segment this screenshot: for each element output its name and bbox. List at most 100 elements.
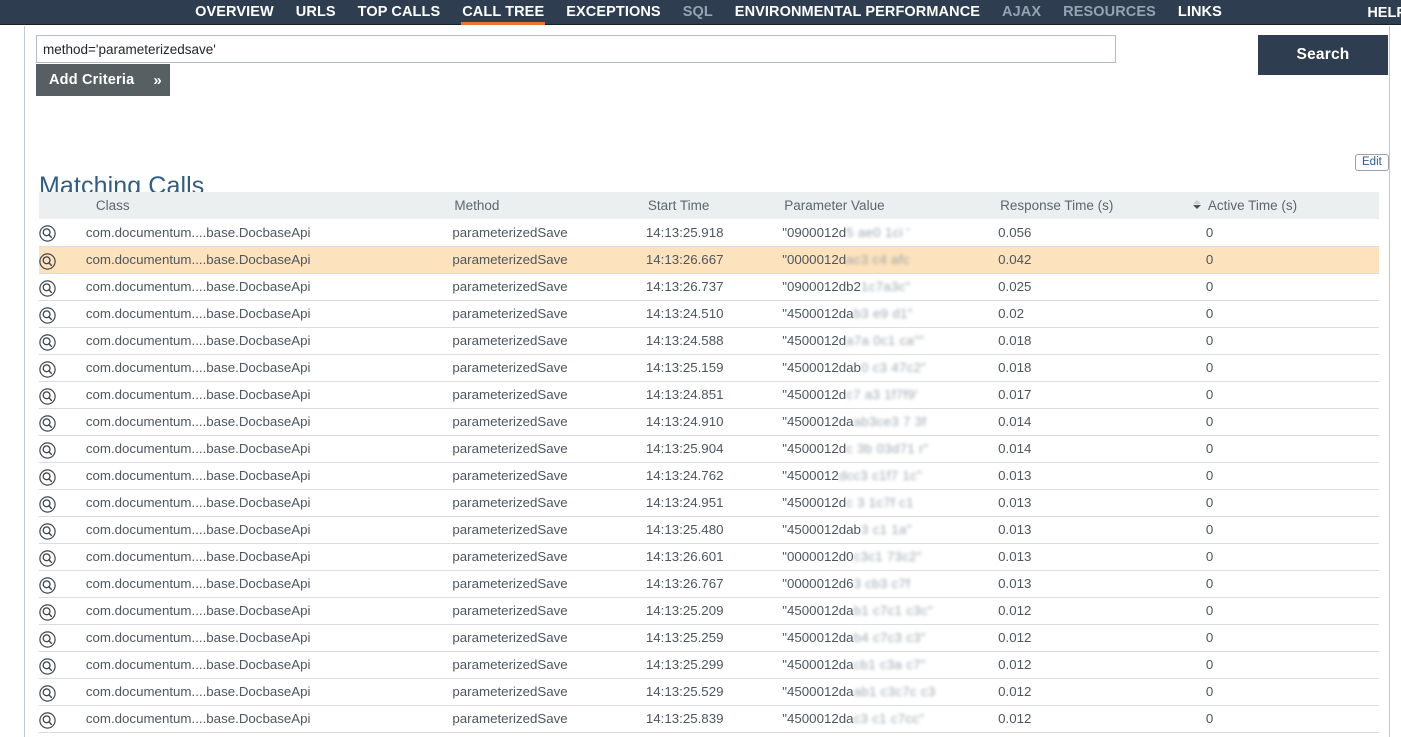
- table-row[interactable]: com.documentum....base.DocbaseApi paramet…: [39, 489, 1379, 516]
- table-row[interactable]: com.documentum....base.DocbaseApi paramet…: [39, 381, 1379, 408]
- table-row[interactable]: com.documentum....base.DocbaseApi paramet…: [39, 597, 1379, 624]
- magnifier-icon[interactable]: [39, 576, 56, 594]
- table-row[interactable]: com.documentum....base.DocbaseApi paramet…: [39, 300, 1379, 327]
- row-inspect-cell[interactable]: [39, 273, 86, 300]
- magnifier-icon[interactable]: [39, 657, 56, 675]
- cell-response-time: 0.013: [998, 495, 1032, 510]
- nav-item-links[interactable]: LINKS: [1167, 0, 1233, 25]
- table-row[interactable]: com.documentum....base.DocbaseApi paramet…: [39, 219, 1379, 246]
- column-header-parameter-value[interactable]: Parameter Value: [782, 192, 999, 219]
- search-button[interactable]: Search: [1258, 35, 1388, 75]
- cell-class: com.documentum....base.DocbaseApi: [85, 603, 311, 618]
- magnifier-icon[interactable]: [39, 630, 56, 648]
- magnifier-icon[interactable]: [39, 495, 56, 513]
- column-header-response-time[interactable]: Response Time (s): [998, 192, 1206, 219]
- magnifier-icon[interactable]: [39, 333, 56, 351]
- search-row: [36, 35, 1116, 63]
- table-row[interactable]: com.documentum....base.DocbaseApi paramet…: [39, 570, 1379, 597]
- cell-response-time: 0.013: [998, 549, 1032, 564]
- nav-item-ajax[interactable]: AJAX: [991, 0, 1052, 25]
- add-criteria-button[interactable]: Add Criteria »: [36, 64, 170, 96]
- row-inspect-cell[interactable]: [39, 597, 86, 624]
- table-row[interactable]: com.documentum....base.DocbaseApi paramet…: [39, 408, 1379, 435]
- table-row[interactable]: com.documentum....base.DocbaseApi paramet…: [39, 273, 1379, 300]
- edit-columns-button[interactable]: Edit: [1355, 154, 1389, 171]
- cell-method: parameterizedSave: [452, 576, 568, 591]
- nav-item-urls[interactable]: URLS: [285, 0, 347, 25]
- row-inspect-cell[interactable]: [39, 705, 86, 732]
- row-inspect-cell[interactable]: [39, 678, 86, 705]
- magnifier-icon[interactable]: [39, 468, 56, 486]
- column-header-start-time[interactable]: Start Time: [645, 192, 783, 219]
- magnifier-icon[interactable]: [39, 684, 56, 702]
- magnifier-icon[interactable]: [39, 549, 56, 567]
- cell-method: parameterizedSave: [452, 603, 568, 618]
- table-row[interactable]: com.documentum....base.DocbaseApi paramet…: [39, 246, 1379, 273]
- search-query-input[interactable]: [36, 35, 1116, 63]
- nav-item-call-tree[interactable]: CALL TREE: [451, 0, 555, 25]
- magnifier-icon[interactable]: [39, 387, 56, 405]
- cell-response-time: 0.02: [998, 306, 1025, 321]
- cell-active-time: 0: [1205, 414, 1214, 429]
- row-inspect-cell[interactable]: [39, 489, 86, 516]
- table-row[interactable]: com.documentum....base.DocbaseApi paramet…: [39, 678, 1379, 705]
- nav-item-sql[interactable]: SQL: [672, 0, 724, 25]
- column-header-class[interactable]: Class: [85, 192, 453, 219]
- nav-item-help[interactable]: HELP: [1367, 0, 1401, 25]
- nav-item-label: SQL: [682, 4, 713, 20]
- magnifier-icon[interactable]: [39, 225, 56, 242]
- cell-class: com.documentum....base.DocbaseApi: [85, 630, 311, 645]
- nav-item-environmental-performance[interactable]: ENVIRONMENTAL PERFORMANCE: [724, 0, 991, 25]
- table-row[interactable]: com.documentum....base.DocbaseApi paramet…: [39, 435, 1379, 462]
- magnifier-icon[interactable]: [39, 603, 56, 621]
- row-inspect-cell[interactable]: [39, 651, 86, 678]
- row-inspect-cell[interactable]: [39, 408, 86, 435]
- row-inspect-cell[interactable]: [39, 462, 86, 489]
- magnifier-icon[interactable]: [39, 306, 56, 324]
- cell-parameter-value: "0000012d0c3c1 73c2": [782, 549, 922, 564]
- magnifier-icon[interactable]: [39, 522, 56, 540]
- magnifier-icon[interactable]: [39, 279, 56, 297]
- sort-descending-icon[interactable]: [1192, 200, 1202, 209]
- cell-response-time: 0.012: [998, 684, 1032, 699]
- table-row[interactable]: com.documentum....base.DocbaseApi paramet…: [39, 624, 1379, 651]
- cell-method: parameterizedSave: [452, 224, 568, 240]
- magnifier-icon[interactable]: [39, 441, 56, 459]
- magnifier-icon[interactable]: [39, 711, 56, 729]
- table-row[interactable]: com.documentum....base.DocbaseApi paramet…: [39, 462, 1379, 489]
- nav-item-resources[interactable]: RESOURCES: [1052, 0, 1167, 25]
- row-inspect-cell[interactable]: [39, 219, 86, 246]
- cell-active-time: 0: [1205, 441, 1214, 456]
- cell-parameter-value: "4500012daab1 c3c7c c3: [782, 684, 936, 699]
- row-inspect-cell[interactable]: [39, 543, 86, 570]
- magnifier-icon[interactable]: [39, 252, 56, 270]
- nav-item-top-calls[interactable]: TOP CALLS: [347, 0, 452, 25]
- row-inspect-cell[interactable]: [39, 354, 86, 381]
- row-inspect-cell[interactable]: [39, 570, 86, 597]
- nav-item-overview[interactable]: OVERVIEW: [184, 0, 285, 25]
- table-row[interactable]: com.documentum....base.DocbaseApi paramet…: [39, 705, 1379, 732]
- row-inspect-cell[interactable]: [39, 381, 86, 408]
- column-header-method[interactable]: Method: [452, 192, 646, 219]
- magnifier-icon[interactable]: [39, 360, 56, 378]
- row-inspect-cell[interactable]: [39, 300, 86, 327]
- table-row[interactable]: com.documentum....base.DocbaseApi paramet…: [39, 516, 1379, 543]
- row-inspect-cell[interactable]: [39, 624, 86, 651]
- table-row[interactable]: com.documentum....base.DocbaseApi paramet…: [39, 327, 1379, 354]
- table-row[interactable]: com.documentum....base.DocbaseApi paramet…: [39, 543, 1379, 570]
- column-header-active-time[interactable]: Active Time (s): [1192, 192, 1379, 219]
- row-inspect-cell[interactable]: [39, 246, 86, 273]
- row-inspect-cell[interactable]: [39, 435, 86, 462]
- cell-response-time: 0.018: [998, 360, 1032, 375]
- table-row[interactable]: com.documentum....base.DocbaseApi paramet…: [39, 354, 1379, 381]
- table-row[interactable]: com.documentum....base.DocbaseApi paramet…: [39, 651, 1379, 678]
- cell-method: parameterizedSave: [452, 495, 568, 510]
- row-inspect-cell[interactable]: [39, 327, 86, 354]
- cell-start-time: 14:13:25.159: [645, 360, 724, 375]
- cell-start-time: 14:13:24.762: [645, 468, 724, 483]
- row-inspect-cell[interactable]: [39, 516, 86, 543]
- nav-item-exceptions[interactable]: EXCEPTIONS: [555, 0, 671, 25]
- table-body: com.documentum....base.DocbaseApi paramet…: [39, 219, 1379, 732]
- nav-item-label: RESOURCES: [1063, 4, 1156, 20]
- magnifier-icon[interactable]: [39, 414, 56, 432]
